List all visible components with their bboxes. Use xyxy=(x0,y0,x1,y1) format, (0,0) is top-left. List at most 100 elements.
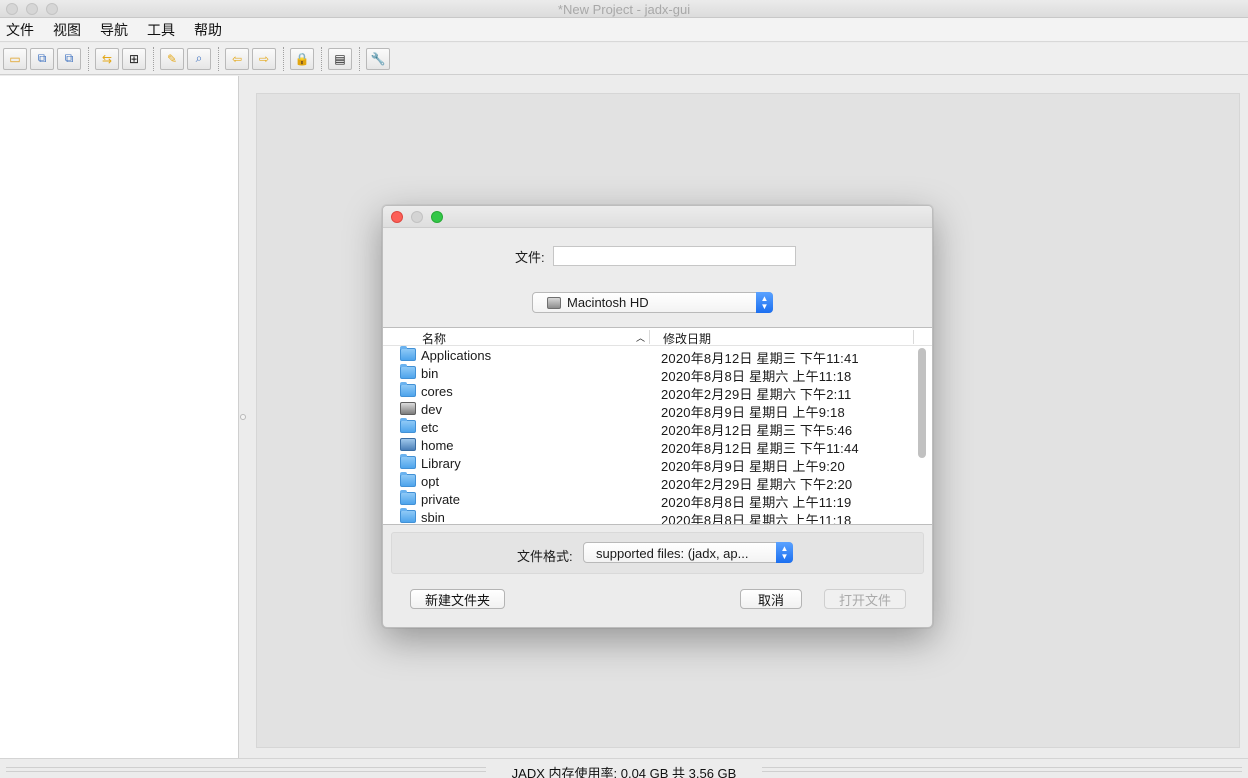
folder-icon xyxy=(400,472,416,487)
class-search-icon: ⌕ xyxy=(195,51,203,65)
file-name: etc xyxy=(421,420,439,435)
window-titlebar: *New Project - jadx-gui xyxy=(0,0,1248,18)
file-name: dev xyxy=(421,402,442,417)
forward-arrow-button[interactable]: ⇨ xyxy=(252,47,276,70)
log-viewer-icon: ▤ xyxy=(334,51,346,66)
dialog-titlebar xyxy=(383,206,932,228)
file-row[interactable]: Library 2020年8月9日 星期日 上午9:20 xyxy=(383,454,932,474)
open-file-button: 打开文件 xyxy=(824,589,906,609)
toolbar-separator xyxy=(153,46,154,71)
menu-item[interactable]: 文件 xyxy=(6,20,34,40)
split-pane-handle[interactable] xyxy=(240,414,246,420)
back-arrow-button[interactable]: ⇦ xyxy=(225,47,249,70)
open-file-button[interactable]: ▭ xyxy=(3,47,27,70)
file-name: cores xyxy=(421,384,453,399)
memory-usage-text: JADX 内存使用率: 0.04 GB 共 3.56 GB xyxy=(511,766,737,778)
file-row[interactable]: Applications 2020年8月12日 星期三 下午11:41 xyxy=(383,346,932,366)
text-search-icon: ✎ xyxy=(166,51,178,66)
file-row[interactable]: private 2020年8月8日 星期六 上午11:19 xyxy=(383,490,932,510)
dialog-minimize-icon xyxy=(411,211,423,223)
file-row[interactable]: bin 2020年8月8日 星期六 上午11:18 xyxy=(383,364,932,384)
disk-icon xyxy=(400,402,416,415)
file-name: opt xyxy=(421,474,440,489)
file-row[interactable]: sbin 2020年8月8日 星期六 上午11:18 xyxy=(383,508,932,525)
deobfuscation-button[interactable]: 🔒 xyxy=(290,47,314,70)
file-list-header: 名称 ︿ 修改日期 xyxy=(383,328,932,347)
class-search-button[interactable]: ⌕ xyxy=(187,47,211,70)
deobfuscation-icon: 🔒 xyxy=(294,51,310,66)
save-all-button[interactable]: ⧉ xyxy=(30,47,54,70)
toolbar-separator xyxy=(359,46,360,71)
column-header-date[interactable]: 修改日期 xyxy=(663,330,711,347)
menu-bar: 文件 视图 导航 工具 帮助 xyxy=(0,18,1248,42)
menu-item[interactable]: 工具 xyxy=(147,20,175,40)
preferences-button[interactable]: 🔧 xyxy=(366,47,390,70)
flatten-packages-icon: ⊞ xyxy=(128,51,140,66)
file-name: home xyxy=(421,438,454,453)
file-name: Library xyxy=(421,456,461,471)
file-name: bin xyxy=(421,366,439,381)
sync-tree-icon: ⇆ xyxy=(101,51,113,66)
window-title: *New Project - jadx-gui xyxy=(557,2,691,17)
dropdown-stepper-icon[interactable]: ▲ ▼ xyxy=(776,542,793,563)
filename-row: 文件: xyxy=(515,246,796,266)
file-modified-date: 2020年8月8日 星期六 上午11:18 xyxy=(661,513,852,525)
file-row[interactable]: cores 2020年2月29日 星期六 下午2:11 xyxy=(383,382,932,402)
back-arrow-icon: ⇦ xyxy=(231,51,243,66)
dialog-close-icon[interactable] xyxy=(391,211,403,223)
applications-folder-icon xyxy=(400,346,416,361)
sort-ascending-icon[interactable]: ︿ xyxy=(636,331,645,344)
menu-item[interactable]: 帮助 xyxy=(194,20,222,40)
new-folder-button[interactable]: 新建文件夹 xyxy=(410,589,505,609)
folder-icon xyxy=(400,364,416,379)
file-row[interactable]: dev 2020年8月9日 星期日 上午9:18 xyxy=(383,400,932,420)
dropdown-stepper-icon[interactable]: ▲ ▼ xyxy=(756,292,773,313)
column-divider xyxy=(913,330,914,344)
home-folder-icon xyxy=(400,438,416,451)
location-label: Macintosh HD xyxy=(567,295,649,310)
save-project-button[interactable]: ⧉ xyxy=(57,47,81,70)
forward-arrow-icon: ⇨ xyxy=(258,51,270,66)
column-header-name[interactable]: 名称 xyxy=(422,330,446,347)
flatten-packages-button[interactable]: ⊞ xyxy=(122,47,146,70)
library-folder-icon xyxy=(400,454,416,469)
folder-icon xyxy=(400,508,416,523)
folder-icon xyxy=(400,490,416,505)
file-list[interactable]: 名称 ︿ 修改日期 Applications 2020年8月12日 星期三 下午1… xyxy=(383,327,932,525)
file-row[interactable]: home 2020年8月12日 星期三 下午11:44 xyxy=(383,436,932,456)
project-tree-panel[interactable] xyxy=(0,76,239,758)
save-project-icon: ⧉ xyxy=(64,51,74,65)
menu-item[interactable]: 视图 xyxy=(53,20,81,40)
file-format-dropdown[interactable]: supported files: (jadx, ap... ▲ ▼ xyxy=(583,542,793,563)
preferences-icon: 🔧 xyxy=(370,51,386,66)
cancel-button[interactable]: 取消 xyxy=(740,589,802,609)
toolbar-separator xyxy=(88,46,89,71)
status-bar: JADX 内存使用率: 0.04 GB 共 3.56 GB xyxy=(0,758,1248,778)
open-file-icon: ▭ xyxy=(9,51,21,66)
save-all-icon: ⧉ xyxy=(37,51,47,65)
file-row[interactable]: etc 2020年8月12日 星期三 下午5:46 xyxy=(383,418,932,438)
file-name: sbin xyxy=(421,510,445,525)
file-format-panel: 文件格式: supported files: (jadx, ap... ▲ ▼ xyxy=(391,532,924,574)
text-search-button[interactable]: ✎ xyxy=(160,47,184,70)
filename-input[interactable] xyxy=(552,246,796,266)
hard-drive-icon xyxy=(547,296,561,309)
toolbar: ▭ ⧉ ⧉ ⇆ ⊞ ✎ ⌕ ⇦ ⇨ 🔒 ▤ 🔧 xyxy=(0,43,1248,75)
dialog-zoom-icon[interactable] xyxy=(431,211,443,223)
open-file-dialog: 文件: Macintosh HD ▲ ▼ 名称 ︿ 修改日期 Applicatio… xyxy=(382,205,933,628)
menu-item[interactable]: 导航 xyxy=(100,20,128,40)
file-row[interactable]: opt 2020年2月29日 星期六 下午2:20 xyxy=(383,472,932,492)
location-dropdown[interactable]: Macintosh HD ▲ ▼ xyxy=(532,292,773,313)
file-rows: Applications 2020年8月12日 星期三 下午11:41 bin 202… xyxy=(383,346,932,525)
file-format-label: 文件格式: xyxy=(517,549,573,564)
file-format-value: supported files: (jadx, ap... xyxy=(596,546,749,561)
file-name: private xyxy=(421,492,461,507)
sync-tree-button[interactable]: ⇆ xyxy=(95,47,119,70)
file-list-scrollbar[interactable] xyxy=(918,348,926,458)
log-viewer-button[interactable]: ▤ xyxy=(328,47,352,70)
folder-icon xyxy=(400,418,416,433)
toolbar-separator xyxy=(283,46,284,71)
folder-icon xyxy=(400,382,416,397)
toolbar-separator xyxy=(218,46,219,71)
filename-label: 文件: xyxy=(515,249,545,265)
